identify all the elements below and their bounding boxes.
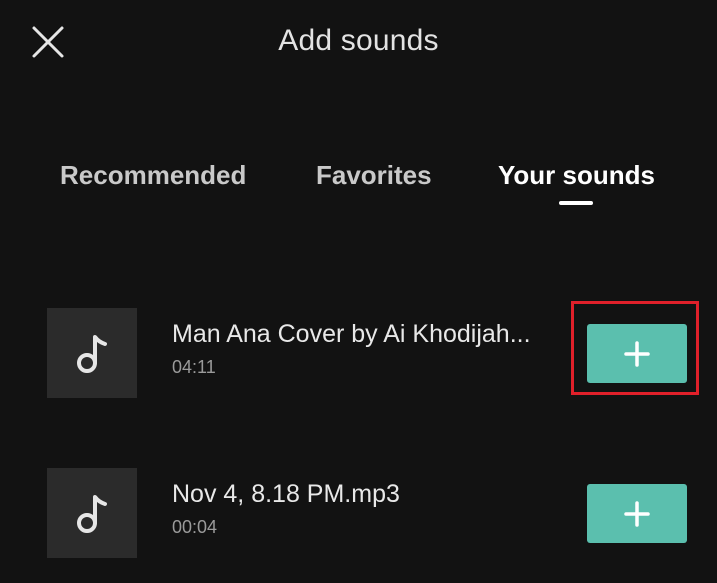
- plus-icon: [624, 341, 650, 367]
- add-sound-button[interactable]: [587, 324, 687, 383]
- music-note-icon: [77, 495, 107, 533]
- sound-title: Nov 4, 8.18 PM.mp3: [172, 480, 400, 508]
- tab-your-sounds[interactable]: Your sounds: [498, 158, 655, 192]
- sound-list-item[interactable]: Man Ana Cover by Ai Khodijah... 04:11: [0, 308, 717, 398]
- active-tab-indicator: [559, 201, 593, 205]
- sound-list-item[interactable]: Nov 4, 8.18 PM.mp3 00:04: [0, 468, 717, 558]
- add-sound-button[interactable]: [587, 484, 687, 543]
- page-title: Add sounds: [278, 24, 439, 57]
- sound-duration: 00:04: [172, 517, 218, 537]
- sound-duration: 04:11: [172, 357, 216, 377]
- sound-thumbnail: [47, 468, 137, 558]
- tab-recommended[interactable]: Recommended: [60, 158, 246, 192]
- plus-icon: [624, 501, 650, 527]
- sound-thumbnail: [47, 308, 137, 398]
- sound-title: Man Ana Cover by Ai Khodijah...: [172, 320, 531, 348]
- tab-bar: Recommended Favorites Your sounds: [0, 150, 717, 210]
- header-bar: Add sounds: [0, 0, 717, 84]
- tab-favorites[interactable]: Favorites: [316, 158, 432, 192]
- music-note-icon: [77, 335, 107, 373]
